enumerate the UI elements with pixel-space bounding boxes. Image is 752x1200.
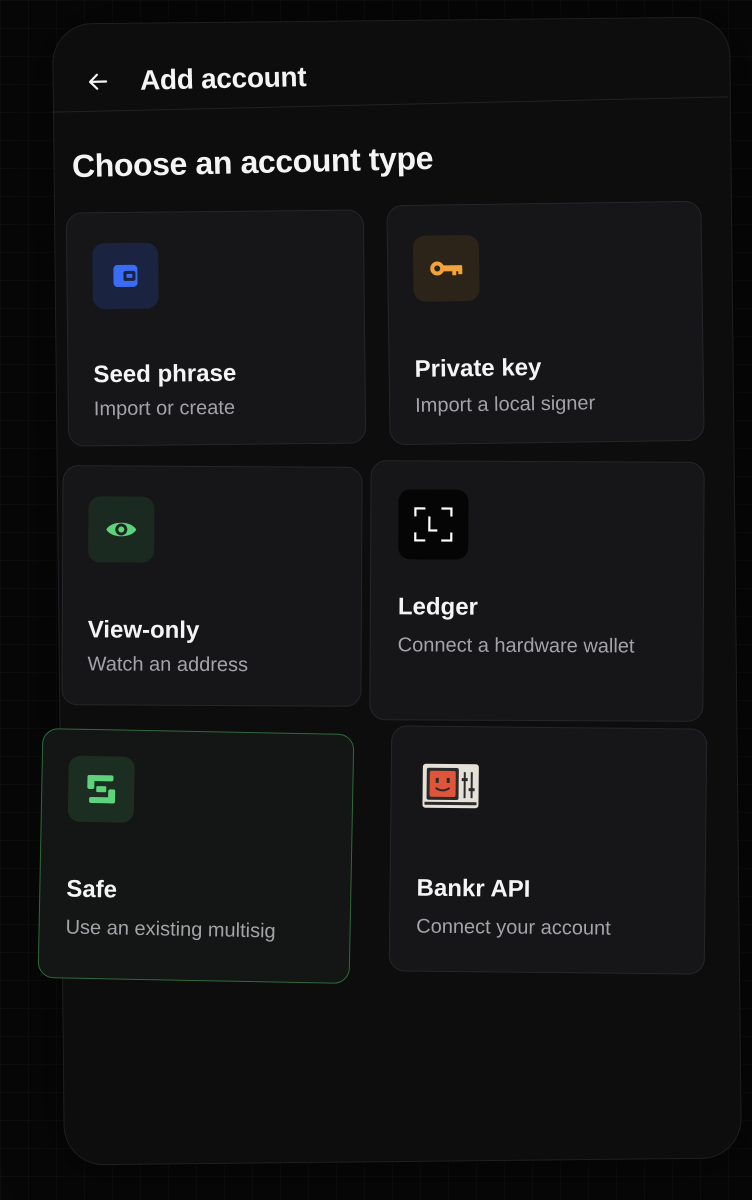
back-button[interactable]: [84, 67, 113, 96]
card-subtitle: Connect your account: [416, 915, 611, 940]
arrow-left-icon: [88, 73, 108, 90]
card-subtitle: Import or create: [93, 396, 236, 421]
wallet-icon: [113, 264, 138, 288]
card-subtitle: Use an existing multisig: [65, 916, 276, 943]
bankr-api-card[interactable]: Bankr API Connect your account: [388, 725, 708, 975]
card-subtitle: Import a local signer: [414, 392, 596, 417]
card-subtitle: Watch an address: [87, 653, 249, 677]
bankr-icon-box: [419, 755, 482, 818]
safe-icon-box: [67, 755, 135, 823]
card-subtitle: Connect a hardware wallet: [397, 634, 635, 658]
seed-phrase-icon-box: [92, 242, 159, 310]
card-title: Safe: [66, 875, 118, 904]
ledger-icon-box: [398, 489, 469, 560]
private-key-icon-box: [412, 234, 480, 302]
key-icon: [430, 261, 463, 276]
eye-icon: [106, 522, 137, 537]
view-only-icon-box: [88, 496, 155, 563]
page-title: Add account: [139, 60, 307, 96]
card-title: Ledger: [397, 593, 479, 621]
card-title: Bankr API: [416, 874, 531, 903]
view-only-card[interactable]: View-only Watch an address: [61, 465, 363, 707]
safe-icon: [87, 774, 116, 804]
card-title: View-only: [87, 616, 200, 644]
ledger-icon: [414, 507, 453, 542]
card-title: Private key: [414, 354, 542, 383]
seed-phrase-card[interactable]: Seed phrase Import or create: [65, 209, 367, 447]
bankr-robot-icon: [422, 763, 479, 809]
safe-card[interactable]: Safe Use an existing multisig: [37, 728, 355, 984]
ledger-card[interactable]: Ledger Connect a hardware wallet: [369, 460, 705, 722]
card-title: Seed phrase: [93, 359, 237, 389]
private-key-card[interactable]: Private key Import a local signer: [386, 200, 705, 446]
